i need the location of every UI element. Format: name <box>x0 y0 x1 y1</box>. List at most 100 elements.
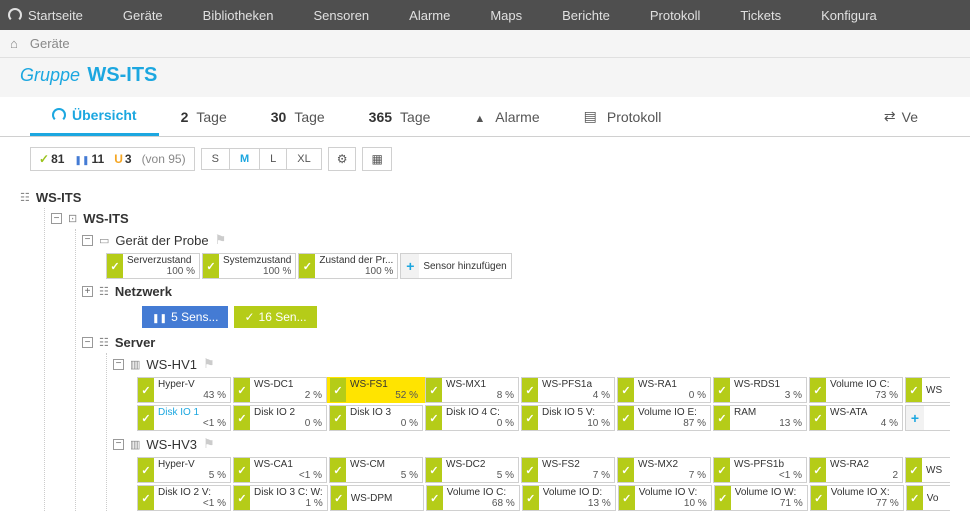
expand-icon[interactable]: + <box>82 286 93 297</box>
settings-button[interactable]: ⚙ <box>328 147 357 171</box>
sensor-tile[interactable]: WS-CM5 % <box>329 457 423 483</box>
nav-berichte[interactable]: Berichte <box>562 8 610 23</box>
tree-label: WS-ITS <box>83 211 129 226</box>
nav-sensoren[interactable]: Sensoren <box>314 8 370 23</box>
sensor-tile[interactable]: WS-MX27 % <box>617 457 711 483</box>
nav-bibliotheken[interactable]: Bibliotheken <box>203 8 274 23</box>
tab-compare[interactable]: ⇄ Ve <box>862 98 940 135</box>
check-icon <box>715 486 731 510</box>
collapse-icon[interactable]: − <box>82 337 93 348</box>
sensor-tile[interactable]: WS-PFS1b<1 % <box>713 457 807 483</box>
tree-root[interactable]: ☷ WS-ITS <box>20 187 950 208</box>
sensor-name: WS-RA2 <box>830 459 898 470</box>
sensor-tile[interactable]: Sensor hinzufügen <box>400 253 511 279</box>
sensor-tile[interactable]: Volume IO C:68 % <box>426 485 520 511</box>
tab-2-days[interactable]: 2 Tage <box>159 99 249 135</box>
sensor-tile[interactable]: Vo <box>906 485 950 511</box>
tabs: Übersicht 2 Tage 30 Tage 365 Tage Alarme… <box>0 97 970 137</box>
check-icon <box>907 486 923 510</box>
tree-node-host[interactable]: −▥WS-HV3⚑ <box>113 433 950 455</box>
pill-text: 16 Sen... <box>259 310 307 324</box>
sensor-value: 1 % <box>254 498 323 509</box>
collapse-icon[interactable]: − <box>51 213 62 224</box>
nav-startseite[interactable]: Startseite <box>28 8 83 23</box>
sensor-tile[interactable]: Volume IO C:73 % <box>809 377 903 403</box>
sensor-tile[interactable]: RAM13 % <box>713 405 807 431</box>
sensor-tile[interactable]: WS-DC25 % <box>425 457 519 483</box>
tree-node-server[interactable]: − ☷ Server <box>82 332 950 353</box>
sensor-tile[interactable]: WS-RDS13 % <box>713 377 807 403</box>
sensor-tile[interactable]: WS-DC12 % <box>233 377 327 403</box>
sensor-tile[interactable]: Hyper-V5 % <box>137 457 231 483</box>
sensor-tile[interactable]: WS-PFS1a4 % <box>521 377 615 403</box>
tab-365-days[interactable]: 365 Tage <box>347 99 453 135</box>
sensor-tile[interactable]: WS <box>905 377 950 403</box>
tab-overview[interactable]: Übersicht <box>30 97 159 136</box>
tree-node-netzwerk[interactable]: + ☷ Netzwerk <box>82 281 950 302</box>
sensor-body: WS-MX27 % <box>634 458 710 482</box>
grid-view-button[interactable]: ▦ <box>362 147 391 171</box>
breadcrumb-item[interactable]: Geräte <box>30 36 70 51</box>
sensor-tile[interactable] <box>905 405 950 431</box>
tree-node-probe-device[interactable]: − ▭ Gerät der Probe ⚑ <box>82 229 950 251</box>
sensor-tile[interactable]: Volume IO W:71 % <box>714 485 808 511</box>
nav-maps[interactable]: Maps <box>490 8 522 23</box>
sensor-tile[interactable]: Hyper-V43 % <box>137 377 231 403</box>
sensor-tile[interactable]: WS-ATA4 % <box>809 405 903 431</box>
size-s[interactable]: S <box>202 149 230 169</box>
sensor-tile[interactable]: Volume IO E:87 % <box>617 405 711 431</box>
sensor-tile[interactable]: Disk IO 3 C: W:1 % <box>233 485 328 511</box>
sensor-tile[interactable]: Disk IO 4 C:0 % <box>425 405 519 431</box>
tab-alarms[interactable]: Alarme <box>452 99 561 135</box>
tree-node-wsits[interactable]: − ⊡ WS-ITS <box>51 208 950 229</box>
nav-protokoll[interactable]: Protokoll <box>650 8 701 23</box>
sensor-tile[interactable]: Volume IO X:77 % <box>810 485 904 511</box>
flag-icon[interactable]: ⚑ <box>215 232 227 248</box>
nav-geraete[interactable]: Geräte <box>123 8 163 23</box>
sensor-tile[interactable]: Disk IO 5 V:10 % <box>521 405 615 431</box>
collapse-icon[interactable]: − <box>113 439 124 450</box>
sensor-tile[interactable]: Disk IO 2 V:<1 % <box>137 485 231 511</box>
sensor-tile[interactable]: Systemzustand100 % <box>202 253 296 279</box>
tree-node-host[interactable]: −▥WS-HV1⚑ <box>113 353 950 375</box>
sensor-value: <1 % <box>254 470 322 481</box>
sensor-tile[interactable]: WS-DPM <box>330 485 424 511</box>
flag-icon[interactable]: ⚑ <box>203 436 215 452</box>
sensor-tile[interactable]: Volume IO D:13 % <box>522 485 616 511</box>
gear-icon: ⚙ <box>337 152 348 166</box>
sensor-tile[interactable]: Zustand der Pr...100 % <box>298 253 398 279</box>
flag-icon[interactable]: ⚑ <box>203 356 215 372</box>
sensor-tile[interactable]: Disk IO 20 % <box>233 405 327 431</box>
sensor-tile[interactable]: WS-RA22 <box>809 457 903 483</box>
nav-tickets[interactable]: Tickets <box>740 8 781 23</box>
sensor-tile[interactable]: Serverzustand100 % <box>106 253 200 279</box>
tab-30-days[interactable]: 30 Tage <box>249 99 347 135</box>
size-m[interactable]: M <box>230 149 260 169</box>
nav-konfiguration[interactable]: Konfigura <box>821 8 877 23</box>
sensor-tile[interactable]: Disk IO 1<1 % <box>137 405 231 431</box>
sensor-name: Serverzustand <box>127 255 195 266</box>
sensor-tile[interactable]: WS-FS27 % <box>521 457 615 483</box>
sensor-tile[interactable]: WS <box>905 457 950 483</box>
sensor-tile[interactable]: Disk IO 30 % <box>329 405 423 431</box>
size-xl[interactable]: XL <box>287 149 320 169</box>
sensor-tile[interactable]: WS-FS152 % <box>329 377 423 403</box>
sensor-name: WS-MX2 <box>638 459 706 470</box>
status-pill[interactable]: 5 Sens... <box>142 306 228 328</box>
nav-alarme[interactable]: Alarme <box>409 8 450 23</box>
status-pill[interactable]: 16 Sen... <box>234 306 316 328</box>
size-l[interactable]: L <box>260 149 287 169</box>
tab-protocol[interactable]: Protokoll <box>562 98 684 135</box>
sensor-value: 100 % <box>319 266 393 277</box>
sensor-tile[interactable]: WS-CA1<1 % <box>233 457 327 483</box>
collapse-icon[interactable]: − <box>113 359 124 370</box>
device-icon: ▭ <box>99 234 109 247</box>
brand-icon <box>8 8 22 22</box>
collapse-icon[interactable]: − <box>82 235 93 246</box>
sensor-tile[interactable]: WS-MX18 % <box>425 377 519 403</box>
home-icon[interactable]: ⌂ <box>10 36 18 51</box>
sensor-tile[interactable]: WS-RA10 % <box>617 377 711 403</box>
sensor-tile[interactable]: Volume IO V:10 % <box>618 485 712 511</box>
sensor-name: WS-CA1 <box>254 459 322 470</box>
tab-num: 365 <box>369 109 392 125</box>
